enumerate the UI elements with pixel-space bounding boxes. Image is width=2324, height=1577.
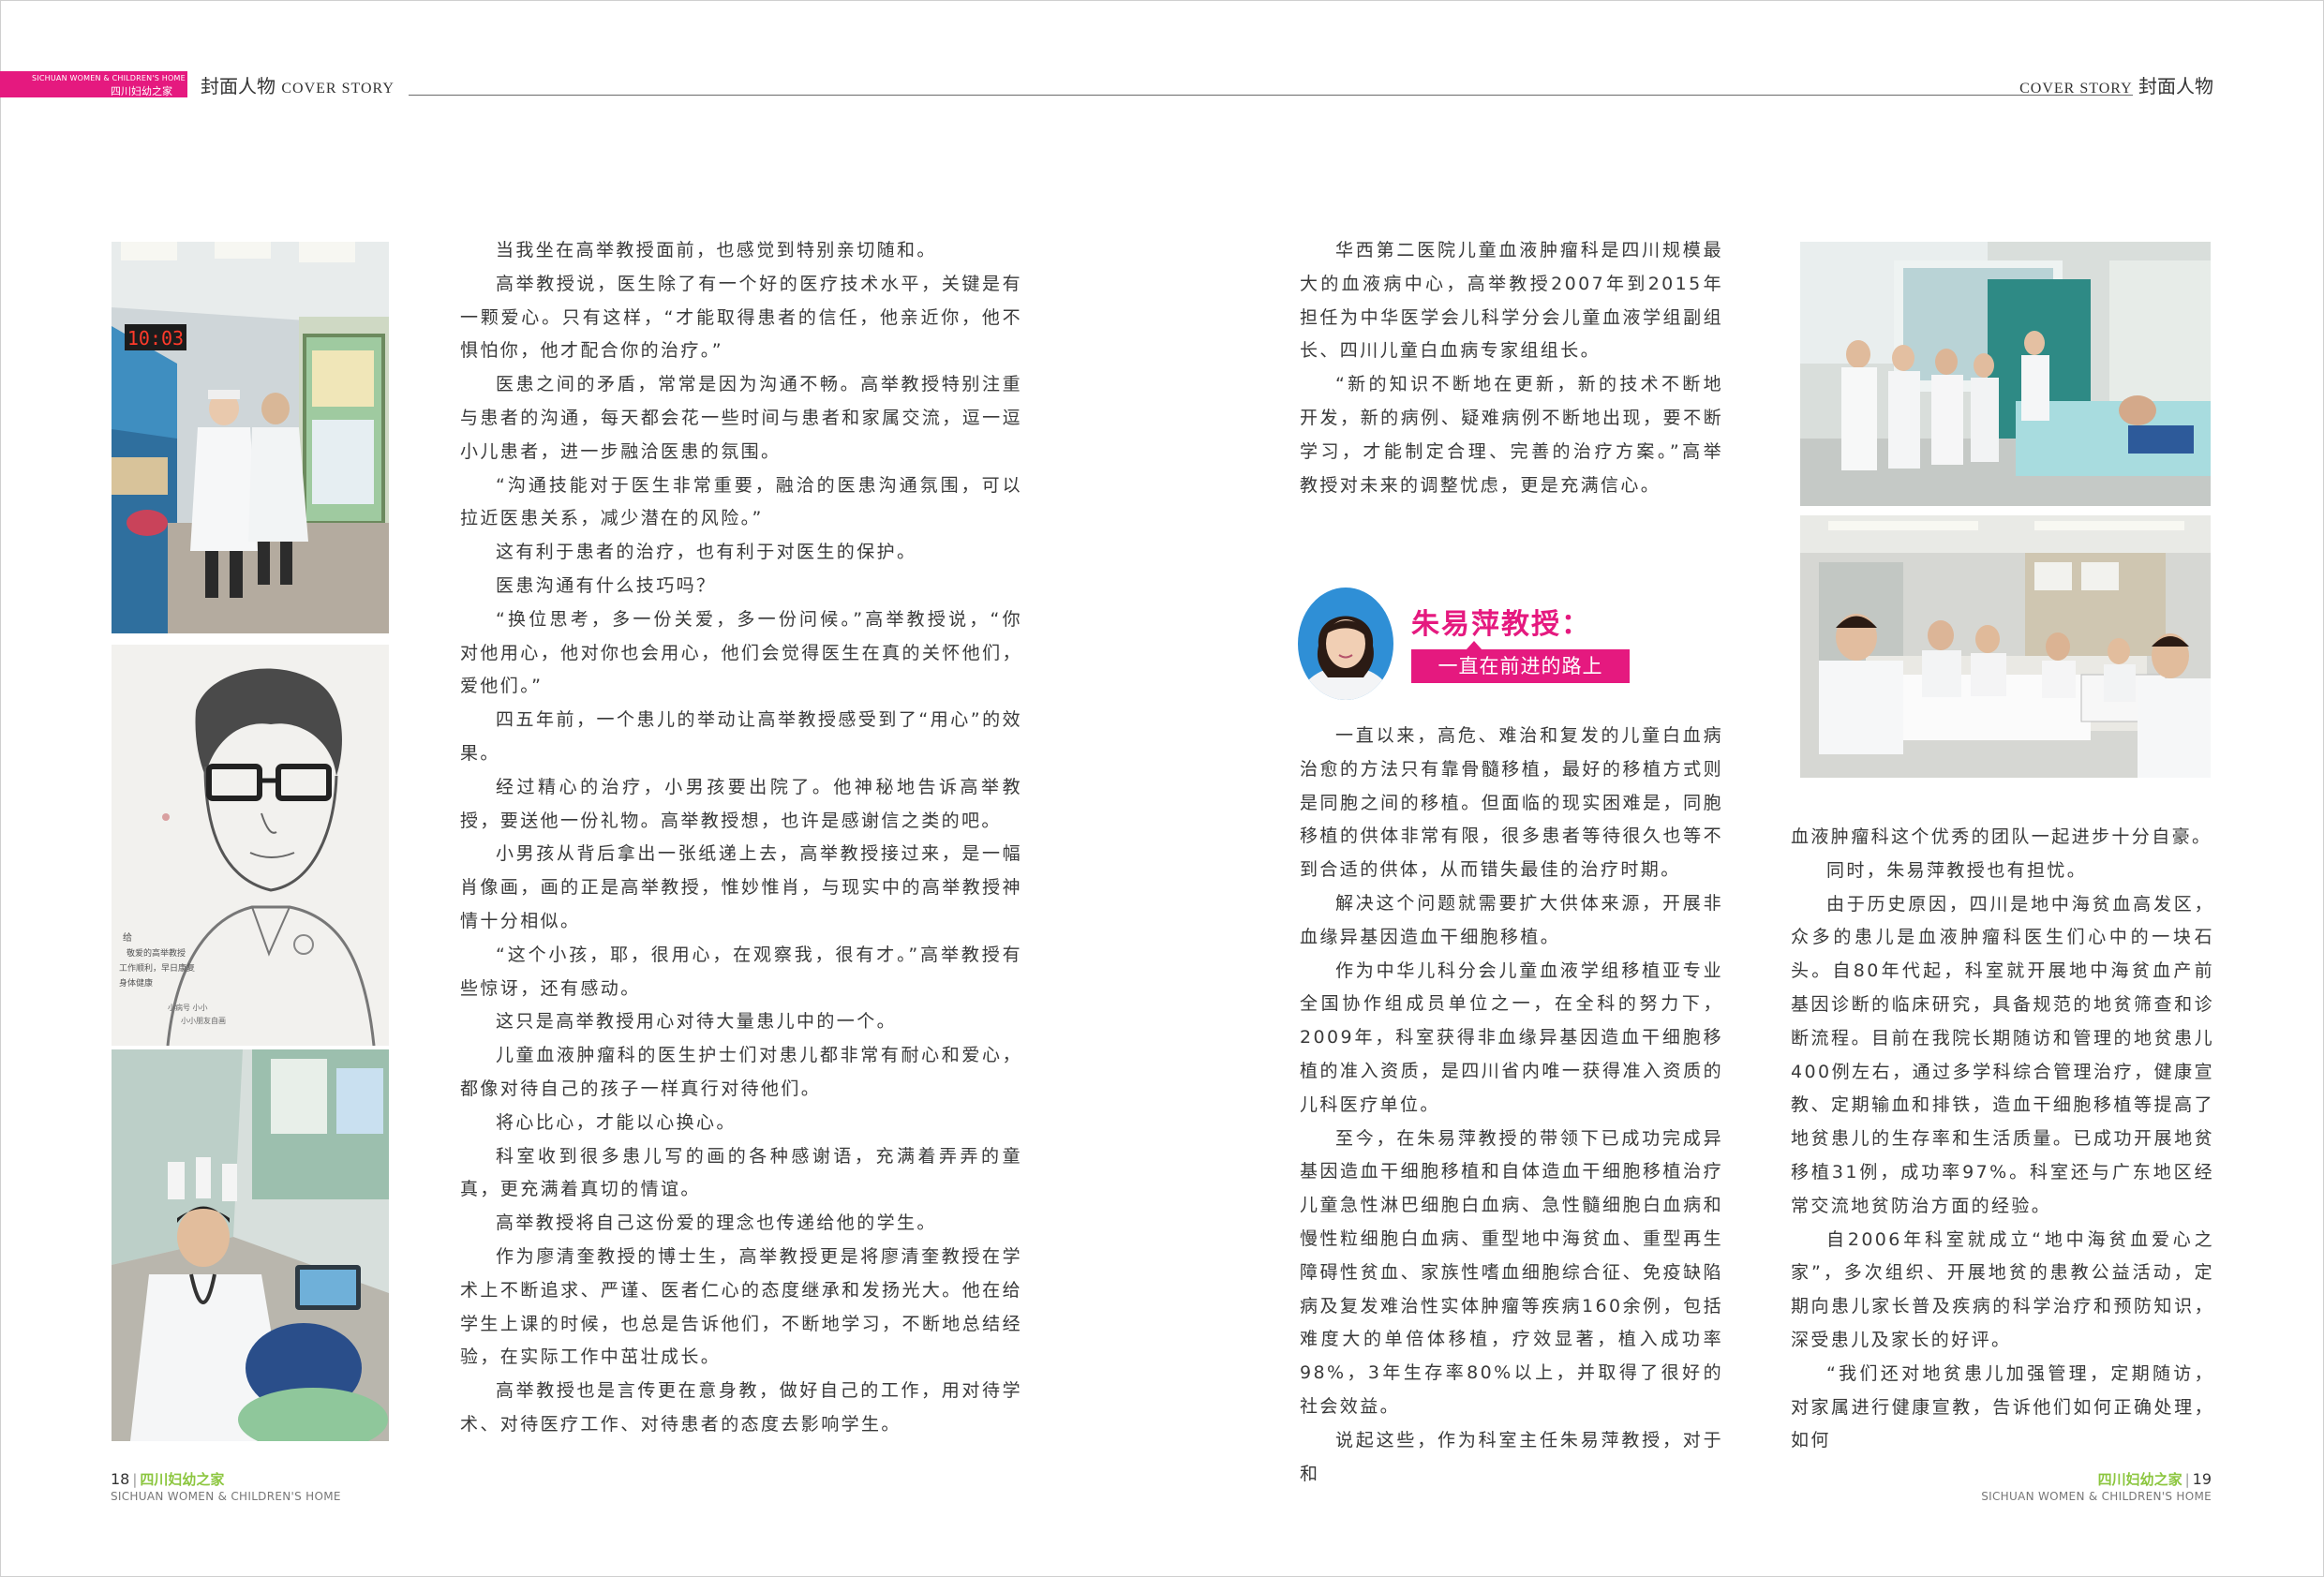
section-name: 朱易萍教授： xyxy=(1411,608,1591,641)
section-tagline: 一直在前进的路上 xyxy=(1411,649,1630,683)
left-paragraph: 当我坐在高举教授面前，也感觉到特别亲切随和。 xyxy=(496,240,937,260)
right-paragraph: “新的知识不断地在更新，新的技术不断地开发，新的病例、疑难病例不断地出现，要不断… xyxy=(1300,374,1723,496)
header-rule xyxy=(409,95,2133,96)
right-paragraph: 一直以来，高危、难治和复发的儿童白血病治愈的方法只有靠骨髓移植，最好的移植方式则… xyxy=(1300,725,1723,881)
left-paragraph: 将心比心，才能以心换心。 xyxy=(496,1111,737,1133)
section-title-left-cn: 封面人物 xyxy=(201,75,276,97)
photo-office-meeting xyxy=(1800,515,2211,778)
right-paragraph: 同时，朱易萍教授也有担忧。 xyxy=(1826,859,2088,881)
drawing-note-1: 给 xyxy=(123,931,132,944)
magazine-tab-en: SICHUAN WOMEN & CHILDREN'S HOME xyxy=(32,74,186,82)
left-paragraph: 医患沟通有什么技巧吗？ xyxy=(496,574,717,596)
right-paragraph: 解决这个问题就需要扩大供体来源，开展非血缘异基因造血干细胞移植。 xyxy=(1300,892,1723,947)
drawing-note-3: 工作顺利，早日康复 xyxy=(119,962,195,974)
footer-separator: | xyxy=(2184,1471,2190,1488)
left-paragraph: 这有利于患者的治疗，也有利于对医生的保护。 xyxy=(496,542,917,563)
section-title-left-en: COVER STORY xyxy=(281,81,395,97)
section-title-right-en: COVER STORY xyxy=(2019,81,2133,97)
left-paragraph: 高举教授将自己这份爱的理念也传递给他的学生。 xyxy=(496,1213,937,1234)
left-paragraph: “换位思考，多一份关爱，多一份问候。”高举教授说，“你对他用心，他对你也会用心，… xyxy=(460,608,1022,697)
drawing-note-5: 小病号 小小 xyxy=(168,1003,208,1012)
right-paragraph: 血液肿瘤科这个优秀的团队一起进步十分自豪。 xyxy=(1791,826,2212,847)
left-paragraph: “这个小孩，耶，很用心，在观察我，很有才。”高举教授有些惊讶，还有感动。 xyxy=(460,944,1022,999)
right-paragraph: 由于历史原因，四川是地中海贫血高发区，众多的患儿是血液肿瘤科医生们心中的一块石头… xyxy=(1791,893,2214,1216)
right-paragraph: 华西第二医院儿童血液肿瘤科是四川规模最大的血液病中心，高举教授2007年到201… xyxy=(1300,240,1723,362)
footer-en-right: SICHUAN WOMEN & CHILDREN'S HOME xyxy=(1981,1490,2212,1503)
footer-magazine-left: 四川妇幼之家 xyxy=(140,1471,225,1488)
footer-magazine-right: 四川妇幼之家 xyxy=(2097,1471,2182,1488)
left-paragraph: 儿童血液肿瘤科的医生护士们对患儿都非常有耐心和爱心，都像对待自己的孩子一样真行对… xyxy=(460,1045,1022,1099)
right-col1-bottom: 一直以来，高危、难治和复发的儿童白血病治愈的方法只有靠骨髓移植，最好的移植方式则… xyxy=(1300,720,1723,1491)
left-paragraph: 作为廖清奎教授的博士生，高举教授更是将廖清奎教授在学术上不断追求、严谨、医者仁心… xyxy=(460,1245,1022,1368)
magazine-tab-cn: 四川妇幼之家 xyxy=(111,85,172,97)
left-paragraph: 高举教授说，医生除了有一个好的医疗技术水平，关键是有一颗爱心。只有这样，“才能取… xyxy=(460,273,1022,362)
avatar-zhu-yiping xyxy=(1298,588,1393,700)
left-paragraph: 高举教授也是言传更在意身教，做好自己的工作，用对待学术、对待医疗工作、对待患者的… xyxy=(460,1380,1022,1435)
photo-doctor-stethoscope xyxy=(112,1049,389,1441)
left-paragraph: “沟通技能对于医生非常重要，融洽的医患沟通氛围，可以拉近医患关系，减少潜在的风险… xyxy=(460,474,1022,529)
section-title-right-cn: 封面人物 xyxy=(2138,75,2213,97)
drawing-note-2: 敬爱的高举教授 xyxy=(127,947,186,959)
left-page-column: 当我坐在高举教授面前，也感觉到特别亲切随和。 高举教授说，医生除了有一个好的医疗… xyxy=(460,234,1022,1442)
photo-corridor-doctors: 10:03 xyxy=(112,242,389,633)
footer-left: 18 | 四川妇幼之家 xyxy=(111,1469,224,1489)
drawing-note-4: 身体健康 xyxy=(119,977,153,989)
photo-ward-round xyxy=(1800,242,2211,506)
right-paragraph: 至今，在朱易萍教授的带领下已成功完成异基因造血干细胞移植和自体造血干细胞移植治疗… xyxy=(1300,1127,1723,1417)
right-col2: 血液肿瘤科这个优秀的团队一起进步十分自豪。 同时，朱易萍教授也有担忧。 由于历史… xyxy=(1791,821,2214,1458)
right-paragraph: 自2006年科室就成立“地中海贫血爱心之家”，多次组织、开展地贫的患教公益活动，… xyxy=(1791,1228,2214,1350)
footer-en-left: SICHUAN WOMEN & CHILDREN'S HOME xyxy=(111,1490,341,1503)
left-paragraph: 小男孩从背后拿出一张纸递上去，高举教授接过来，是一幅肖像画，画的正是高举教授，惟… xyxy=(460,843,1022,931)
photo-portrait-drawing: 给 敬爱的高举教授 工作顺利，早日康复 身体健康 小病号 小小 小小朋友自画 xyxy=(112,645,389,1046)
footer-separator: | xyxy=(132,1471,138,1488)
section-title-right: COVER STORY 封面人物 xyxy=(2019,71,2213,98)
right-paragraph: “我们还对地贫患儿加强管理，定期随访，对家属进行健康宣教，告诉他们如何正确处理，… xyxy=(1791,1362,2214,1451)
footer-right: 四川妇幼之家 | 19 xyxy=(2098,1469,2212,1489)
left-paragraph: 四五年前，一个患儿的举动让高举教授感受到了“用心”的效果。 xyxy=(460,709,1022,764)
magazine-tab: SICHUAN WOMEN & CHILDREN'S HOME 四川妇幼之家 xyxy=(0,71,187,97)
left-paragraph: 这只是高举教授用心对待大量患儿中的一个。 xyxy=(496,1011,898,1033)
drawing-note-6: 小小朋友自画 xyxy=(181,1016,226,1025)
section-title-left: 封面人物 COVER STORY xyxy=(201,71,395,98)
left-paragraph: 科室收到很多患儿写的画的各种感谢语，充满着弄弄的童真，更充满着真切的情谊。 xyxy=(460,1145,1022,1200)
left-paragraph: 医患之间的矛盾，常常是因为沟通不畅。高举教授特别注重与患者的沟通，每天都会花一些… xyxy=(460,374,1022,462)
page-number-right: 19 xyxy=(2192,1470,2212,1488)
right-col1-top: 华西第二医院儿童血液肿瘤科是四川规模最大的血液病中心，高举教授2007年到201… xyxy=(1300,234,1723,502)
clock-display: 10:03 xyxy=(127,327,184,350)
left-paragraph: 经过精心的治疗，小男孩要出院了。他神秘地告诉高举教授，要送他一份礼物。高举教授想… xyxy=(460,776,1022,831)
right-paragraph: 说起这些，作为科室主任朱易萍教授，对于和 xyxy=(1300,1429,1723,1484)
right-paragraph: 作为中华儿科分会儿童血液学组移植亚专业全国协作组成员单位之一，在全科的努力下，2… xyxy=(1300,960,1723,1115)
page-number-left: 18 xyxy=(111,1470,130,1488)
